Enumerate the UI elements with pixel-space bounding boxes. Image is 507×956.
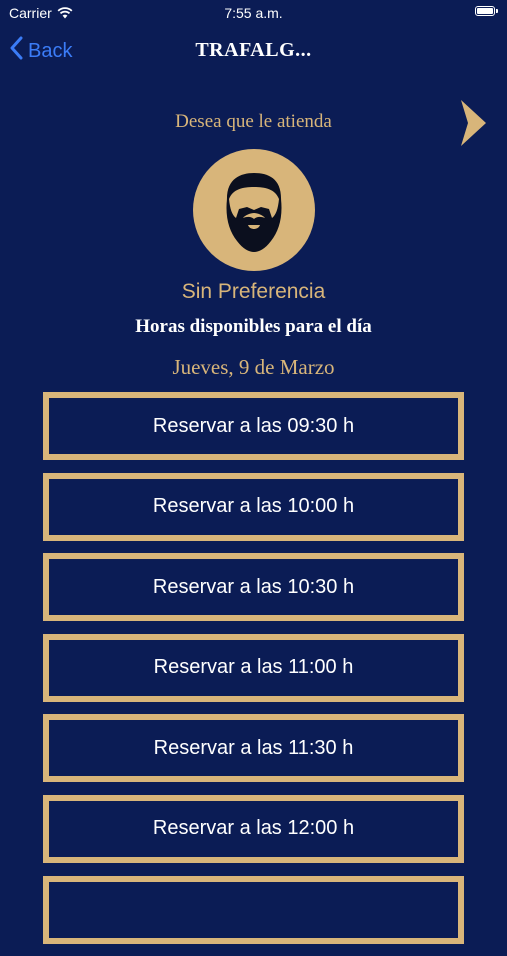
bearded-man-icon — [193, 149, 315, 271]
reserve-slot-button[interactable]: Reservar a las 11:00 h — [43, 633, 464, 702]
battery-icon — [475, 6, 498, 16]
reserve-slot-button[interactable]: Reservar a las 11:30 h — [43, 714, 464, 783]
barber-prompt: Desea que le atienda — [175, 111, 332, 132]
reserve-slot-button[interactable]: Reservar a las 12:00 h — [43, 794, 464, 863]
chevron-right-icon — [458, 100, 488, 152]
barber-name: Sin Preferencia — [181, 280, 326, 303]
page-title: TRAFALG... — [195, 39, 312, 61]
time-slot-list: Reservar a las 09:30 h Reservar a las 10… — [43, 392, 464, 956]
available-hours-title: Horas disponibles para el día — [135, 316, 372, 337]
reserve-slot-button[interactable]: Reservar a las 10:00 h — [43, 472, 464, 541]
battery-fill — [477, 8, 493, 14]
navigation-bar: Back TRAFALG... — [0, 28, 507, 76]
reserve-slot-button[interactable]: Reservar a las 09:30 h — [43, 392, 464, 460]
reserve-slot-button[interactable]: Reservar a las 10:30 h — [43, 553, 464, 622]
status-time: 7:55 a.m. — [224, 5, 283, 21]
next-barber-button[interactable] — [458, 98, 488, 153]
avatar[interactable] — [193, 149, 315, 271]
reserve-slot-button[interactable] — [43, 875, 464, 944]
selected-date: Jueves, 9 de Marzo — [172, 355, 335, 379]
status-bar: Carrier 7:55 a.m. — [0, 0, 507, 28]
